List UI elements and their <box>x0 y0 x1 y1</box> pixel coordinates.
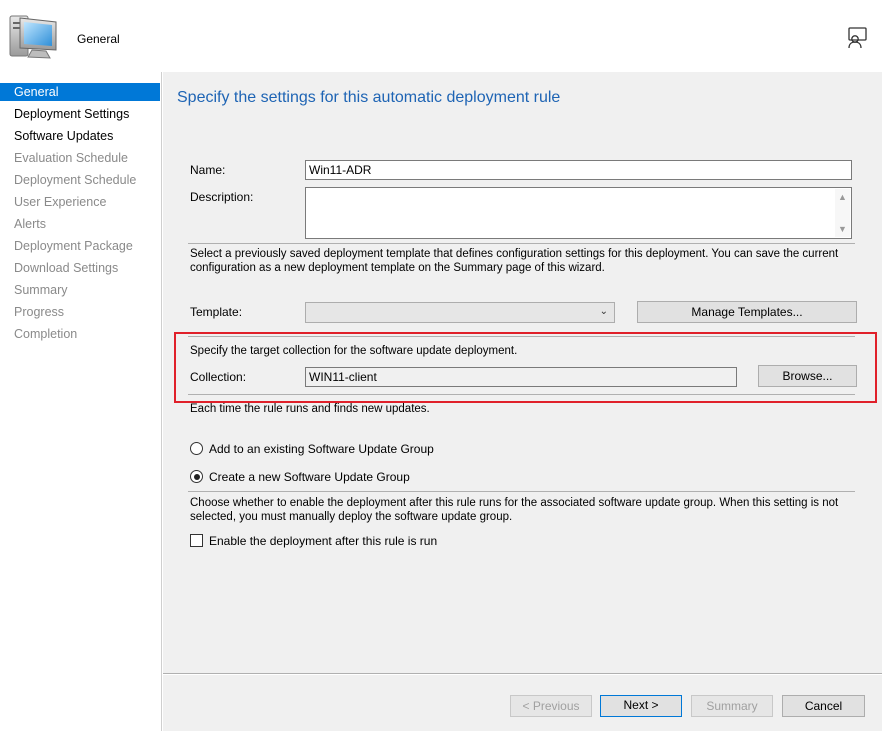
sidebar-item-deployment-package[interactable]: Deployment Package <box>0 237 160 255</box>
name-input[interactable]: Win11-ADR <box>305 160 852 180</box>
radio-new-group-label[interactable]: Create a new Software Update Group <box>209 470 410 484</box>
radio-selected-dot <box>193 473 200 480</box>
sidebar-item-alerts[interactable]: Alerts <box>0 215 160 233</box>
description-label: Description: <box>190 190 254 204</box>
sidebar-item-progress[interactable]: Progress <box>0 303 160 321</box>
summary-button[interactable]: Summary <box>691 695 773 717</box>
sidebar-item-deployment-settings[interactable]: Deployment Settings <box>0 105 160 123</box>
rule-runs-text: Each time the rule runs and finds new up… <box>190 403 430 415</box>
manage-templates-button[interactable]: Manage Templates... <box>637 301 857 323</box>
enable-deployment-label[interactable]: Enable the deployment after this rule is… <box>209 534 437 548</box>
radio-existing-group-label[interactable]: Add to an existing Software Update Group <box>209 442 434 456</box>
scroll-down-icon[interactable]: ▼ <box>838 224 847 234</box>
previous-button[interactable]: < Previous <box>510 695 592 717</box>
cancel-button[interactable]: Cancel <box>782 695 865 717</box>
footer-divider-highlight <box>163 674 882 675</box>
sidebar-item-software-updates[interactable]: Software Updates <box>0 127 160 145</box>
header-title: General <box>77 32 120 46</box>
user-help-icon[interactable] <box>845 26 869 50</box>
page-title: Specify the settings for this automatic … <box>177 89 561 106</box>
scroll-up-icon[interactable]: ▲ <box>838 192 847 202</box>
divider <box>188 243 855 244</box>
template-label: Template: <box>190 305 243 319</box>
wizard-sidebar: General Deployment Settings Software Upd… <box>0 72 162 731</box>
enable-description: Choose whether to enable the deployment … <box>190 497 839 523</box>
description-input[interactable]: ▲ ▼ <box>305 187 852 239</box>
next-button[interactable]: Next > <box>600 695 682 717</box>
sidebar-item-download-settings[interactable]: Download Settings <box>0 259 160 277</box>
computer-icon <box>9 15 57 59</box>
sidebar-item-summary[interactable]: Summary <box>0 281 160 299</box>
radio-new-group[interactable] <box>190 470 203 483</box>
sidebar-item-deployment-schedule[interactable]: Deployment Schedule <box>0 171 160 189</box>
highlight-box <box>174 332 877 403</box>
chevron-down-icon: ⌄ <box>599 306 608 317</box>
template-description: Select a previously saved deployment tem… <box>190 248 839 274</box>
sidebar-item-completion[interactable]: Completion <box>0 325 160 343</box>
radio-existing-group[interactable] <box>190 442 203 455</box>
divider <box>188 491 855 492</box>
sidebar-item-evaluation-schedule[interactable]: Evaluation Schedule <box>0 149 160 167</box>
wizard-main-panel: Specify the settings for this automatic … <box>163 72 882 731</box>
enable-deployment-checkbox[interactable] <box>190 534 203 547</box>
wizard-header: General <box>0 0 882 72</box>
template-dropdown[interactable]: ⌄ <box>305 302 615 323</box>
sidebar-item-general[interactable]: General <box>0 83 160 101</box>
sidebar-item-user-experience[interactable]: User Experience <box>0 193 160 211</box>
name-label: Name: <box>190 163 226 177</box>
description-scrollbar[interactable]: ▲ ▼ <box>835 189 850 237</box>
